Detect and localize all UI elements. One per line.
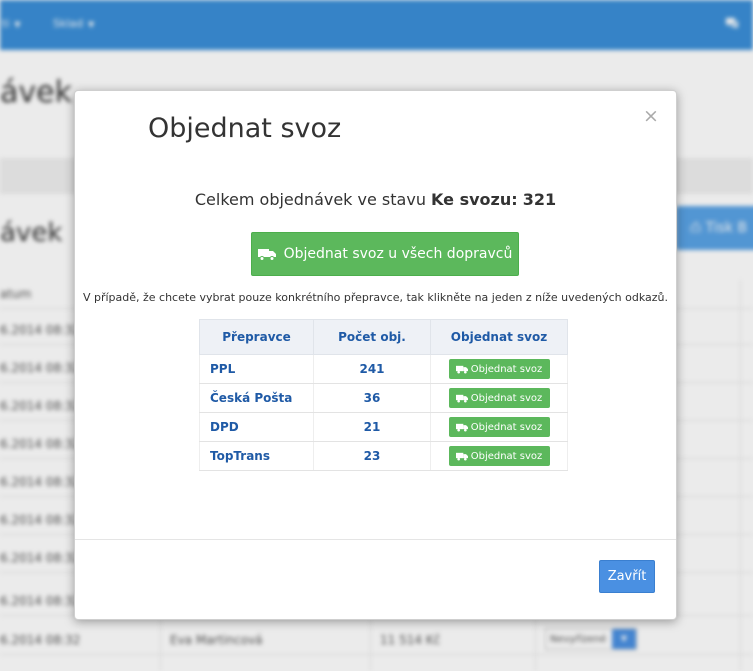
- order-count: 36: [313, 383, 431, 413]
- table-row: DPD 21 Objednat svoz: [199, 412, 568, 442]
- column-header-count: Počet obj.: [313, 319, 431, 355]
- order-pickup-button[interactable]: Objednat svoz: [448, 417, 550, 437]
- order-pickup-modal: Objednat svoz × Celkem objednávek ve sta…: [74, 90, 677, 620]
- order-pickup-button[interactable]: Objednat svoz: [448, 446, 550, 466]
- carrier-name: DPD: [199, 412, 314, 442]
- carriers-table: Přepravce Počet obj. Objednat svoz PPL 2…: [199, 319, 568, 471]
- order-all-carriers-button[interactable]: Objednat svoz u všech dopravců: [251, 232, 519, 276]
- modal-footer-divider: [75, 539, 676, 540]
- close-icon[interactable]: ×: [643, 105, 659, 127]
- modal-title: Objednat svoz: [148, 113, 342, 144]
- hint-text: V případě, že chcete vybrat pouze konkré…: [82, 291, 669, 304]
- truck-icon: [257, 248, 276, 261]
- summary-prefix: Celkem objednávek ve stavu: [194, 190, 426, 209]
- table-row: PPL 241 Objednat svoz: [199, 354, 568, 384]
- order-pickup-button[interactable]: Objednat svoz: [448, 359, 550, 379]
- column-header-carrier: Přepravce: [199, 319, 314, 355]
- column-header-order: Objednat svoz: [430, 319, 568, 355]
- table-row: TopTrans 23 Objednat svoz: [199, 441, 568, 471]
- summary-state: Ke svozu:: [431, 190, 518, 209]
- order-pickup-button[interactable]: Objednat svoz: [448, 388, 550, 408]
- truck-icon: [455, 452, 468, 460]
- table-header-row: Přepravce Počet obj. Objednat svoz: [199, 319, 568, 355]
- order-all-carriers-label: Objednat svoz u všech dopravců: [283, 246, 513, 262]
- carrier-name: TopTrans: [199, 441, 314, 471]
- carrier-name: PPL: [199, 354, 314, 384]
- summary-count: 321: [522, 190, 557, 209]
- order-count: 23: [313, 441, 431, 471]
- truck-icon: [455, 365, 468, 373]
- orders-summary: Celkem objednávek ve stavu Ke svozu: 321: [75, 190, 676, 209]
- order-count: 21: [313, 412, 431, 442]
- close-button[interactable]: Zavřít: [599, 560, 655, 593]
- carrier-name: Česká Pošta: [199, 383, 314, 413]
- table-row: Česká Pošta 36 Objednat svoz: [199, 383, 568, 413]
- truck-icon: [455, 394, 468, 402]
- order-count: 241: [313, 354, 431, 384]
- truck-icon: [455, 423, 468, 431]
